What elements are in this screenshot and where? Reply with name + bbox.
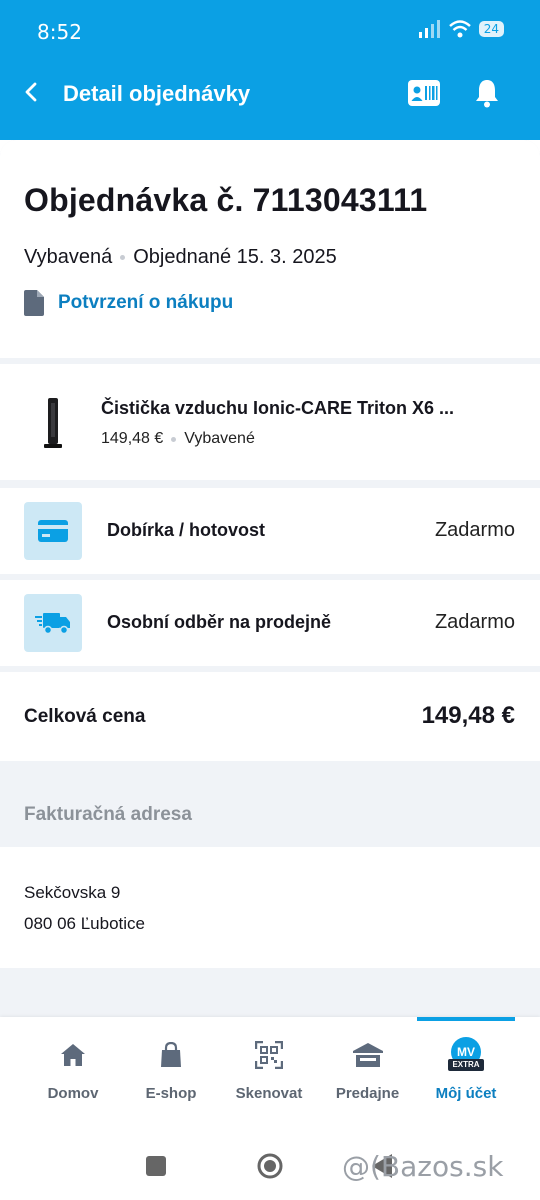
bottom-navigation: Domov E-shop Skenovat Predajne MV EXTRA … (0, 1017, 540, 1128)
payment-label: Dobírka / hotovost (107, 520, 266, 540)
page-title: Detail objednávky (63, 81, 251, 106)
status-time: 8:52 (37, 20, 82, 44)
shopping-bag-icon (161, 1042, 181, 1067)
separator-dot (120, 255, 126, 260)
nav-account[interactable]: MV EXTRA Môj účet (417, 1017, 515, 1128)
product-meta: 149,48 € Vybavené (101, 430, 255, 448)
order-meta: Vybavená Objednané 15. 3. 2025 (24, 246, 337, 269)
payment-icon-box (24, 502, 82, 560)
nav-home[interactable]: Domov (24, 1017, 122, 1128)
order-date: Objednané 15. 3. 2025 (133, 246, 337, 268)
nav-home-label: Domov (47, 1085, 99, 1102)
credit-card-icon (38, 520, 68, 542)
qr-scan-icon (255, 1041, 283, 1069)
order-item[interactable]: Čistička vzduchu Ionic-CARE Triton X6 ..… (0, 364, 540, 480)
wifi-icon (448, 20, 471, 38)
order-header: Objednávka č. 7113043111 Vybavená Objedn… (0, 140, 540, 358)
loyalty-card-icon[interactable] (408, 80, 440, 106)
total-label: Celková cena (24, 706, 146, 727)
signal-icon (418, 20, 440, 38)
product-price: 149,48 € (101, 430, 164, 447)
home-circle-icon[interactable] (256, 1152, 284, 1180)
nav-scan-label: Skenovat (235, 1085, 303, 1102)
document-icon (24, 290, 44, 316)
nav-stores-label: Predajne (335, 1085, 400, 1102)
purchase-confirmation-label: Potvrzení o nákupu (58, 292, 234, 313)
product-status: Vybavené (184, 430, 255, 447)
payment-row: Dobírka / hotovost Zadarmo (0, 488, 540, 574)
billing-heading: Fakturačná adresa (24, 804, 192, 825)
app-bar: Detail objednávky (0, 64, 540, 140)
order-status: Vybavená (24, 246, 113, 268)
billing-address: Sekčovska 9 080 06 Ľubotice (0, 847, 540, 968)
status-icons: 24 (417, 20, 504, 38)
back-arrow-icon[interactable] (20, 80, 44, 104)
nav-eshop-label: E-shop (145, 1085, 197, 1102)
content-sheet[interactable]: Objednávka č. 7113043111 Vybavená Objedn… (0, 140, 540, 1017)
total-row: Celková cena 149,48 € (0, 672, 540, 761)
nav-eshop[interactable]: E-shop (122, 1017, 220, 1128)
shipping-label: Osobní odběr na prodejně (107, 612, 332, 632)
nav-account-label: Môj účet (435, 1085, 497, 1102)
watermark-logo: @(Bazos.sk (342, 1150, 504, 1183)
store-icon (352, 1043, 383, 1067)
purchase-confirmation-link[interactable]: Potvrzení o nákupu (24, 290, 233, 316)
order-title: Objednávka č. 7113043111 (24, 182, 428, 218)
shipping-icon-box (24, 594, 82, 652)
address-line-1: Sekčovska 9 (24, 883, 121, 902)
nav-stores[interactable]: Predajne (318, 1017, 417, 1128)
delivery-truck-icon (35, 613, 70, 635)
shipping-row: Osobní odběr na prodejně Zadarmo (0, 580, 540, 666)
shipping-value: Zadarmo (434, 611, 515, 633)
product-image (44, 398, 62, 448)
nav-scan[interactable]: Skenovat (220, 1017, 318, 1128)
status-bar: 8:52 24 (0, 0, 540, 64)
home-icon (61, 1044, 85, 1066)
address-line-2: 080 06 Ľubotice (24, 914, 145, 933)
battery-indicator: 24 (478, 21, 504, 37)
bell-icon[interactable] (474, 78, 500, 108)
payment-value: Zadarmo (434, 519, 515, 541)
mv-extra-icon: MV EXTRA (448, 1037, 484, 1073)
separator-dot (171, 436, 177, 442)
product-name: Čistička vzduchu Ionic-CARE Triton X6 ..… (101, 398, 455, 418)
recent-apps-icon[interactable] (146, 1156, 166, 1176)
total-value: 149,48 € (421, 702, 515, 729)
